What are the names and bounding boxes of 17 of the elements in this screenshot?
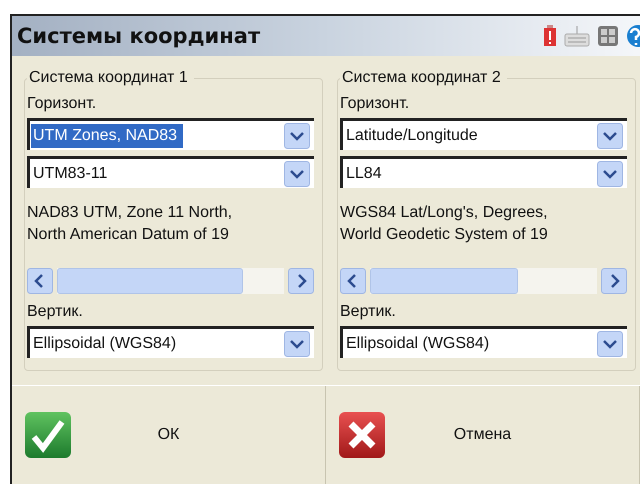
description-text: World Geodetic System of 19 xyxy=(340,225,548,245)
description-text: North American Datum of 19 xyxy=(27,225,229,245)
description-text: WGS84 Lat/Long's, Degrees, xyxy=(340,203,548,223)
field-label: Вертик. xyxy=(27,302,83,322)
dropdown-field[interactable]: Ellipsoidal (WGS84) xyxy=(27,326,314,358)
group-title: Система координат 1 xyxy=(27,68,194,88)
group-title: Система координат 2 xyxy=(340,68,507,88)
dropdown-field[interactable]: UTM Zones, NAD83 xyxy=(27,118,314,150)
dropdown-field[interactable]: Ellipsoidal (WGS84) xyxy=(340,326,627,358)
dropdown-field[interactable]: UTM83-11 xyxy=(27,156,314,188)
dropdown-field[interactable]: LL84 xyxy=(340,156,627,188)
window-title: Системы координат xyxy=(17,24,260,48)
dropdown-field[interactable]: Latitude/Longitude xyxy=(340,118,627,150)
field-label: Горизонт. xyxy=(27,94,96,114)
field-label: Вертик. xyxy=(340,302,396,322)
field-label: Горизонт. xyxy=(340,94,410,114)
description-text: NAD83 UTM, Zone 11 North, xyxy=(27,203,232,223)
